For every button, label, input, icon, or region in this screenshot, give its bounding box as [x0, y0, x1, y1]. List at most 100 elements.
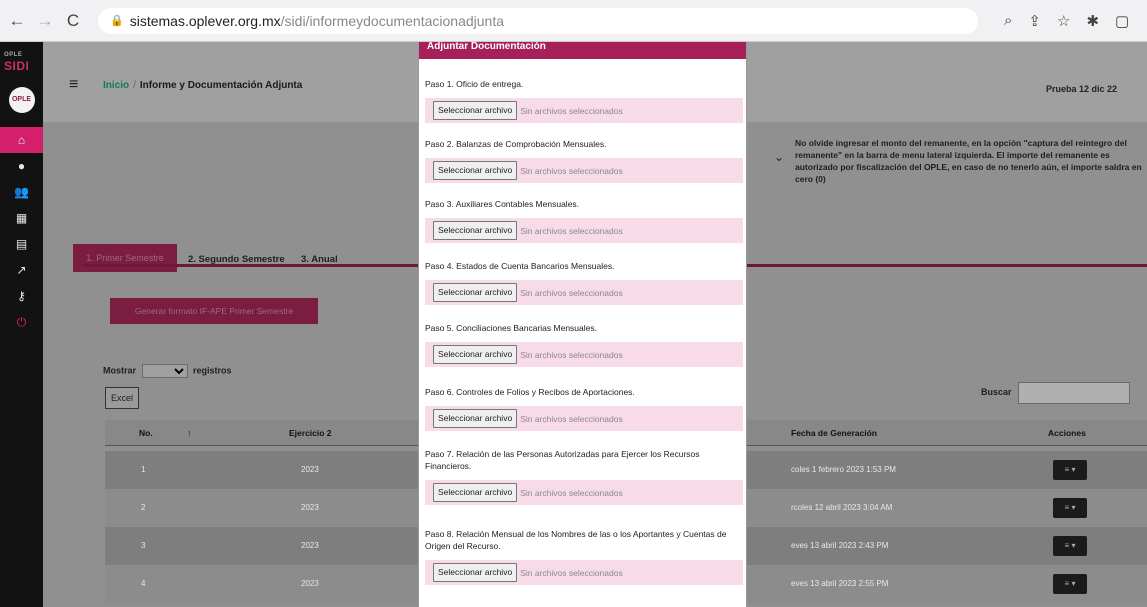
search-input[interactable] — [1018, 382, 1130, 404]
excel-button[interactable]: Excel — [105, 387, 139, 409]
file-input: Seleccionar archivo Sin archivos seleccio… — [425, 218, 743, 243]
cell-no: 1 — [141, 465, 146, 474]
key-icon[interactable]: ⚷ — [0, 283, 43, 309]
step-title: Paso 5. Conciliaciones Bancarias Mensual… — [425, 323, 597, 333]
column-no[interactable]: No. — [139, 428, 153, 438]
sidebar-menu: ⌂ ● 👥 ▦ ▤ ↗ ⚷ ⏻ — [0, 127, 43, 335]
file-input: Seleccionar archivo Sin archivos seleccio… — [425, 280, 743, 305]
remanente-notice: No olvide ingresar el monto del remanent… — [795, 138, 1142, 184]
upload-step: Paso 5. Conciliaciones Bancarias Mensual… — [425, 322, 743, 367]
chevron-down-icon[interactable]: ⌄ — [774, 150, 784, 164]
actions-dropdown-button[interactable]: ≡ ▾ — [1053, 498, 1087, 518]
file-input: Seleccionar archivo Sin archivos seleccio… — [425, 342, 743, 367]
upload-step: Paso 8. Relación Mensual de los Nombres … — [425, 528, 743, 585]
upload-step: Paso 4. Estados de Cuenta Bancarios Mens… — [425, 260, 743, 305]
upload-modal: Adjuntar Documentación Paso 1. Oficio de… — [418, 42, 747, 607]
cell-no: 3 — [141, 541, 146, 550]
cell-fecha: eves 13 abril 2023 2:55 PM — [791, 579, 889, 588]
modal-title: Adjuntar Documentación — [419, 42, 746, 59]
file-input: Seleccionar archivo Sin archivos seleccio… — [425, 480, 743, 505]
step-title: Paso 8. Relación Mensual de los Nombres … — [425, 529, 727, 551]
cell-ejercicio: 2023 — [301, 503, 319, 512]
select-file-button[interactable]: Seleccionar archivo — [433, 409, 518, 428]
cell-no: 2 — [141, 503, 146, 512]
select-file-button[interactable]: Seleccionar archivo — [433, 161, 518, 180]
user-name[interactable]: Prueba 12 dic 22 — [1046, 84, 1117, 94]
address-bar[interactable]: 🔒 sistemas.oplever.org.mx/sidi/informeyd… — [98, 7, 978, 34]
upload-step: Paso 3. Auxiliares Contables Mensuales. S… — [425, 198, 743, 243]
breadcrumb: Inicio / Informe y Documentación Adjunta — [103, 80, 302, 91]
avatar[interactable]: OPLE — [8, 87, 35, 113]
zoom-icon[interactable]: ⌕ — [1004, 12, 1012, 30]
search-label: Buscar — [981, 387, 1012, 397]
users-icon[interactable]: 👥 — [0, 179, 43, 205]
logo-text-a: OPLE — [4, 52, 23, 58]
calendar-icon[interactable]: ▦ — [0, 205, 43, 231]
step-title: Paso 1. Oficio de entrega. — [425, 79, 524, 89]
document-icon[interactable]: ▤ — [0, 231, 43, 257]
select-file-button[interactable]: Seleccionar archivo — [433, 283, 518, 302]
tab-primer-semestre[interactable]: 1. Primer Semestre — [73, 244, 177, 272]
select-file-button[interactable]: Seleccionar archivo — [433, 563, 518, 582]
logo-text-b: SIDI — [4, 59, 30, 73]
file-input: Seleccionar archivo Sin archivos seleccio… — [425, 560, 743, 585]
no-file-selected-text: Sin archivos seleccionados — [520, 487, 623, 498]
power-icon[interactable]: ⏻ — [0, 309, 43, 335]
cell-fecha: eves 13 abril 2023 2:43 PM — [791, 541, 889, 550]
star-icon[interactable]: ☆ — [1057, 12, 1070, 30]
actions-dropdown-button[interactable]: ≡ ▾ — [1053, 536, 1087, 556]
upload-step: Paso 1. Oficio de entrega. Seleccionar ar… — [425, 78, 743, 123]
no-file-selected-text: Sin archivos seleccionados — [520, 225, 623, 236]
app-logo: OPLE SIDI — [0, 42, 43, 73]
circle-icon[interactable]: ● — [0, 153, 43, 179]
no-file-selected-text: Sin archivos seleccionados — [520, 349, 623, 360]
file-input: Seleccionar archivo Sin archivos seleccio… — [425, 406, 743, 431]
share-icon[interactable]: ⇪ — [1028, 12, 1041, 30]
forward-icon[interactable]: → — [34, 11, 56, 31]
url-domain: sistemas.oplever.org.mx — [129, 12, 281, 29]
no-file-selected-text: Sin archivos seleccionados — [520, 413, 623, 424]
page-length-select[interactable] — [141, 364, 188, 378]
no-file-selected-text: Sin archivos seleccionados — [520, 105, 623, 116]
menu-icon[interactable]: ≡ — [69, 76, 78, 94]
chart-icon[interactable]: ↗ — [0, 257, 43, 283]
step-title: Paso 4. Estados de Cuenta Bancarios Mens… — [425, 261, 615, 271]
upload-step: Paso 7. Relación de las Personas Autoriz… — [425, 448, 743, 505]
select-file-button[interactable]: Seleccionar archivo — [433, 345, 518, 364]
url-path: /sidi/informeydocumentacionadjunta — [280, 12, 505, 29]
file-input: Seleccionar archivo Sin archivos seleccio… — [425, 98, 743, 123]
no-file-selected-text: Sin archivos seleccionados — [520, 165, 623, 176]
no-file-selected-text: Sin archivos seleccionados — [520, 287, 623, 298]
page-length-control: Mostrar registros — [103, 364, 232, 378]
lock-icon: 🔒 — [110, 15, 124, 27]
breadcrumb-current: Informe y Documentación Adjunta — [139, 80, 303, 91]
breadcrumb-home[interactable]: Inicio — [103, 80, 129, 91]
upload-step: Paso 6. Controles de Folios y Recibos de… — [425, 386, 743, 431]
show-label: Mostrar — [103, 365, 137, 376]
generate-format-button[interactable]: Generar formato IF-APE Primer Semestre — [110, 298, 318, 324]
step-title: Paso 6. Controles de Folios y Recibos de… — [425, 387, 635, 397]
upload-step: Paso 2. Balanzas de Comprobación Mensual… — [425, 138, 743, 183]
step-title: Paso 3. Auxiliares Contables Mensuales. — [425, 199, 580, 209]
cell-ejercicio: 2023 — [301, 579, 319, 588]
select-file-button[interactable]: Seleccionar archivo — [433, 221, 518, 240]
actions-dropdown-button[interactable]: ≡ ▾ — [1053, 574, 1087, 594]
no-file-selected-text: Sin archivos seleccionados — [520, 567, 623, 578]
actions-dropdown-button[interactable]: ≡ ▾ — [1053, 460, 1087, 480]
step-title: Paso 7. Relación de las Personas Autoriz… — [425, 449, 700, 471]
back-icon[interactable]: ← — [6, 11, 28, 31]
browser-actions: ⌕ ⇪ ☆ ✱ ▢ — [1004, 12, 1129, 30]
sort-icon[interactable]: ↑ — [187, 428, 191, 438]
column-fecha[interactable]: Fecha de Generación — [791, 428, 877, 438]
select-file-button[interactable]: Seleccionar archivo — [433, 483, 518, 502]
column-ejercicio[interactable]: Ejercicio 2 — [289, 428, 332, 438]
cell-ejercicio: 2023 — [301, 465, 319, 474]
window-icon[interactable]: ▢ — [1115, 12, 1129, 30]
cell-no: 4 — [141, 579, 146, 588]
reload-icon[interactable]: C — [62, 11, 84, 31]
breadcrumb-separator: / — [133, 80, 136, 91]
browser-toolbar: ← → C 🔒 sistemas.oplever.org.mx/sidi/inf… — [0, 0, 1147, 42]
extensions-icon[interactable]: ✱ — [1086, 12, 1099, 30]
select-file-button[interactable]: Seleccionar archivo — [433, 101, 518, 120]
dashboard-icon[interactable]: ⌂ — [0, 127, 43, 153]
